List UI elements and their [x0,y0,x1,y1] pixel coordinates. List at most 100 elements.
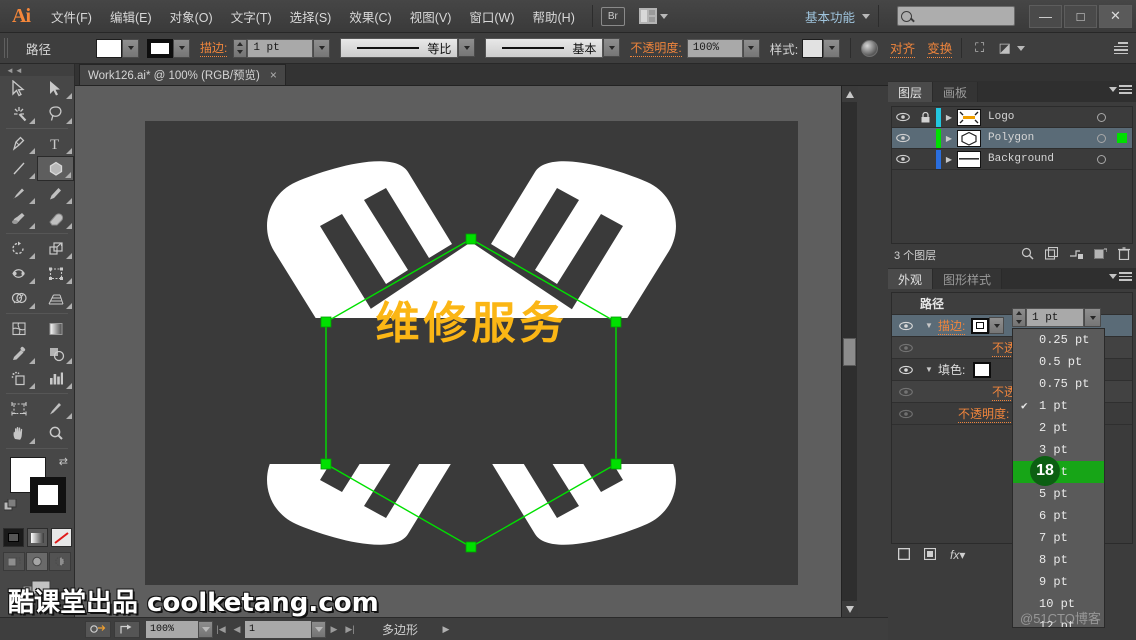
search-input[interactable] [897,6,1015,26]
table-row[interactable]: ▶ Logo [892,107,1132,128]
appearance-stroke-weight-stepper[interactable] [1012,308,1026,327]
add-effect-icon[interactable]: fx▾ [950,548,965,562]
menu-object[interactable]: 对象(O) [161,3,222,30]
add-new-stroke-icon[interactable] [897,547,911,563]
tab-artboards[interactable]: 画板 [933,82,979,102]
transform-button[interactable]: 变换 [927,38,953,58]
menu-item-stroke-weight[interactable]: 3 pt [1013,439,1104,461]
layer-name[interactable]: Logo [981,111,1090,123]
menu-help[interactable]: 帮助(H) [524,3,584,30]
close-button[interactable]: ✕ [1099,4,1132,28]
brush-definition-field[interactable]: 基本 [485,38,604,58]
isolate-selected-object-icon[interactable]: ⛶ [971,40,988,56]
minimize-button[interactable]: — [1029,4,1062,28]
menu-item-stroke-weight[interactable]: 5 pt [1013,483,1104,505]
direct-selection-tool[interactable] [37,76,74,101]
select-similar-objects-icon[interactable]: ◪ [996,40,1013,56]
tab-appearance[interactable]: 外观 [888,269,934,289]
none-mode-button[interactable] [50,528,72,547]
stroke-weight-field[interactable]: 1 pt [247,38,314,58]
stroke-weight-dropdown-button[interactable] [313,38,331,58]
control-bar-menu-icon[interactable] [1114,42,1128,54]
draw-inside-button[interactable] [49,552,71,571]
opacity-field[interactable]: 100% [686,38,743,58]
type-tool[interactable]: T [37,131,74,156]
shape-builder-tool[interactable] [0,286,37,311]
appearance-stroke-weight-dropdown-button[interactable] [1084,308,1101,327]
tools-panel-collapse-handle[interactable]: ◄◄ [0,64,74,76]
slice-tool[interactable] [37,396,74,421]
lasso-tool[interactable] [37,101,74,126]
chevron-right-icon[interactable]: ▶ [941,155,957,164]
default-fill-stroke-icon[interactable] [3,498,17,512]
layers-panel-menu-icon[interactable] [1109,85,1132,94]
opacity-label[interactable]: 不透明度: [630,39,682,57]
stroke-swatch[interactable] [971,317,990,334]
layer-target-icon[interactable] [1090,133,1112,143]
draw-normal-button[interactable] [3,552,25,571]
pen-tool[interactable] [0,131,37,156]
workspace-switcher[interactable]: 基本功能 [805,7,855,26]
layer-target-icon[interactable] [1090,154,1112,164]
menu-item-stroke-weight-current[interactable]: ✔ 1 pt [1013,395,1104,417]
scroll-down-arrow[interactable] [842,601,858,617]
menu-item-stroke-weight[interactable]: 0.75 pt [1013,373,1104,395]
hand-tool[interactable] [0,421,37,446]
status-menu-arrow[interactable]: ▶ [438,621,454,638]
visibility-icon[interactable] [892,387,920,397]
layer-visibility-icon[interactable] [892,133,914,143]
appearance-panel-menu-icon[interactable] [1109,272,1132,281]
fill-swatch[interactable] [973,361,992,378]
layer-visibility-icon[interactable] [892,112,914,122]
stroke-weight-dropdown-list[interactable]: 0.25 pt 0.5 pt 0.75 pt ✔ 1 pt 2 pt 3 pt … [1012,328,1105,628]
pencil-tool[interactable] [37,181,74,206]
stroke-weight-label[interactable]: 描边: [200,39,228,57]
stroke-swatch-dropdown[interactable] [989,317,1005,334]
perspective-grid-tool[interactable] [37,286,74,311]
scale-tool[interactable] [37,236,74,261]
stroke-color-control[interactable] [147,38,190,58]
zoom-tool[interactable] [37,421,74,446]
brush-definition-control[interactable]: 基本 [485,38,621,58]
chevron-down-icon[interactable] [862,13,870,19]
graphic-style-dropdown-button[interactable] [823,38,841,58]
symbol-sprayer-tool[interactable] [0,366,37,391]
layers-list[interactable]: ▶ Logo ▶ Polygon ▶ Background [891,106,1133,244]
last-artboard-button[interactable]: ▶| [342,621,358,638]
artboard-number-dropdown[interactable] [311,620,326,638]
layer-target-icon[interactable] [1090,112,1112,122]
locate-object-icon[interactable] [1021,247,1034,263]
artboard-number-field[interactable]: 1 [245,620,311,638]
appearance-stroke-weight-field[interactable]: 1 pt [1026,308,1084,327]
tab-graphic-styles[interactable]: 图形样式 [933,269,1003,289]
canvas-area[interactable]: 维修服务 [75,86,841,617]
eraser-tool[interactable] [37,206,74,231]
appearance-stroke-weight-control[interactable]: 1 pt [1012,308,1101,327]
eyedropper-tool[interactable] [0,341,37,366]
bridge-button[interactable]: Br [600,6,625,26]
menu-file[interactable]: 文件(F) [42,3,101,30]
create-new-layer-icon[interactable] [1094,247,1108,263]
fill-dropdown-button[interactable] [122,38,139,58]
layer-lock-icon[interactable] [914,111,936,123]
chevron-down-icon[interactable]: ▼ [920,321,938,330]
column-graph-tool[interactable] [37,366,74,391]
width-profile-dropdown-button[interactable] [458,38,476,57]
document-tab[interactable]: Work126.ai* @ 100% (RGB/预览) × [79,64,286,85]
selection-tool[interactable] [0,76,37,101]
add-new-fill-icon[interactable] [923,547,937,563]
menu-select[interactable]: 选择(S) [281,3,341,30]
chevron-right-icon[interactable]: ▶ [941,134,957,143]
stroke-weight-stepper[interactable] [233,38,248,58]
paintbrush-tool[interactable] [0,181,37,206]
menu-edit[interactable]: 编辑(E) [101,3,161,30]
stroke-weight-control[interactable]: 1 pt [233,38,331,58]
edit-artboards-button[interactable] [85,620,111,638]
graphic-style-control[interactable] [802,38,841,58]
swap-fill-stroke-icon[interactable]: ⇄ [59,455,68,468]
menu-item-stroke-weight[interactable]: 2 pt [1013,417,1104,439]
artboard-tool[interactable] [0,396,37,421]
line-segment-tool[interactable] [0,156,37,181]
stroke-dropdown-button[interactable] [173,38,190,58]
arrange-documents-button[interactable] [638,8,668,24]
